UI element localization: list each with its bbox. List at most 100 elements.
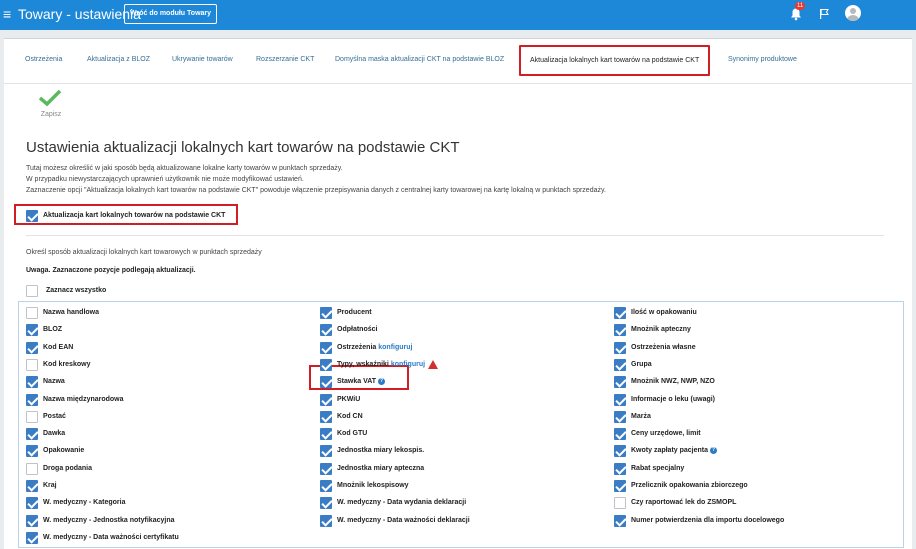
label-droga-podania: Droga podania (43, 463, 92, 475)
label-numer-potwierdzenia-dla-importu-docelowego: Numer potwierdzenia dla importu docelowe… (631, 515, 784, 527)
label-kod-gtu: Kod GTU (337, 428, 367, 440)
checkbox-grupa[interactable] (614, 359, 626, 371)
tab-ostrzezenia[interactable]: Ostrzeżenia (25, 56, 62, 63)
label-nazwa-handlowa: Nazwa handlowa (43, 307, 99, 319)
label-kraj: Kraj (43, 480, 57, 492)
label-w-medyczny-kategoria: W. medyczny - Kategoria (43, 497, 125, 509)
checkbox-jednostka-miary-apteczna[interactable] (320, 463, 332, 475)
notification-badge: 11 (795, 2, 806, 10)
select-all-checkbox[interactable] (26, 285, 38, 297)
label-w-medyczny-data-waznosci-deklaracji: W. medyczny - Data ważności deklaracji (337, 515, 470, 527)
tab-synonimy-produktowe[interactable]: Synonimy produktowe (728, 56, 797, 63)
checkbox-nazwa-miedzynarodowa[interactable] (26, 394, 38, 406)
tab-ukrywanie-towarow[interactable]: Ukrywanie towarów (172, 56, 233, 63)
checkbox-ostrzezenia[interactable] (320, 342, 332, 354)
label-opakowanie: Opakowanie (43, 445, 84, 457)
tab-domyslna-maska[interactable]: Domyślna maska aktualizacji CKT na podst… (335, 56, 504, 63)
checkbox-typy-wskazniki[interactable] (320, 359, 332, 371)
tab-aktualizacja-z-bloz[interactable]: Aktualizacja z BLOZ (87, 56, 150, 63)
label-marza: Marża (631, 411, 651, 423)
checkbox-stawka-vat[interactable] (320, 376, 332, 388)
checkbox-postac[interactable] (26, 411, 38, 423)
help-circle-icon[interactable]: ? (378, 377, 386, 385)
checkbox-w-medyczny-kategoria[interactable] (26, 497, 38, 509)
checkbox-kod-cn[interactable] (320, 411, 332, 423)
field-label-text: Mnożnik lekospisowy (337, 482, 409, 489)
user-avatar-icon[interactable] (845, 5, 861, 21)
checkbox-informacje-o-leku-uwagi[interactable] (614, 394, 626, 406)
checkbox-kod-kreskowy[interactable] (26, 359, 38, 371)
help-circle-icon[interactable]: ? (710, 446, 718, 454)
checkbox-droga-podania[interactable] (26, 463, 38, 475)
field-label-text: Kod GTU (337, 430, 368, 437)
label-bloz: BLOZ (43, 324, 62, 336)
checkbox-w-medyczny-data-wydania-deklaracji[interactable] (320, 497, 332, 509)
field-label-text: W. medyczny - Data ważności deklaracji (337, 517, 470, 524)
checkbox-dawka[interactable] (26, 428, 38, 440)
checkbox-opakowanie[interactable] (26, 445, 38, 457)
field-label-text: Rabat specjalny (631, 465, 685, 472)
field-label-text: Nazwa handlowa (43, 309, 100, 316)
field-label-text: Typy, wskaźniki (337, 361, 389, 368)
field-label-text: Jednostka miary lekospis. (337, 447, 425, 454)
checkbox-czy-raportowac-lek-do-zsmopl[interactable] (614, 497, 626, 509)
field-label-text: Ostrzeżenia (337, 344, 377, 351)
checkbox-numer-potwierdzenia-dla-importu-docelowego[interactable] (614, 515, 626, 527)
field-label-text: Dawka (43, 430, 66, 437)
configure-link[interactable]: konfiguruj (391, 361, 425, 368)
field-label-text: Producent (337, 309, 372, 316)
label-kod-cn: Kod CN (337, 411, 363, 423)
checkbox-odplatnosci[interactable] (320, 324, 332, 336)
label-w-medyczny-jednostka-notyfikacyjna: W. medyczny - Jednostka notyfikacyjna (43, 515, 175, 527)
checkbox-producent[interactable] (320, 307, 332, 319)
field-label-text: Nazwa międzynarodowa (43, 396, 124, 403)
checkbox-bloz[interactable] (26, 324, 38, 336)
checkbox-w-medyczny-data-waznosci-deklaracji[interactable] (320, 515, 332, 527)
checkbox-kod-ean[interactable] (26, 342, 38, 354)
checkbox-ceny-urzedowe-limit[interactable] (614, 428, 626, 440)
main-option-checkbox[interactable] (26, 210, 38, 222)
checkbox-przelicznik-opakowania-zbiorczego[interactable] (614, 480, 626, 492)
field-label-text: Droga podania (43, 465, 93, 472)
checkbox-ostrzezenia-wlasne[interactable] (614, 342, 626, 354)
label-dawka: Dawka (43, 428, 65, 440)
checkbox-mnoznik-apteczny[interactable] (614, 324, 626, 336)
checkbox-kwoty-zaplaty-pacjenta[interactable] (614, 445, 626, 457)
warning-triangle-icon (428, 359, 439, 369)
checkbox-nazwa[interactable] (26, 376, 38, 388)
checkbox-kod-gtu[interactable] (320, 428, 332, 440)
menu-icon[interactable]: ≡ (3, 6, 11, 22)
field-label-text: Przelicznik opakowania zbiorczego (631, 482, 748, 489)
intro-text: Określ sposób aktualizacji lokalnych kar… (26, 249, 262, 256)
configure-link[interactable]: konfiguruj (378, 344, 412, 351)
field-label-text: Kod CN (337, 413, 363, 420)
checkbox-marza[interactable] (614, 411, 626, 423)
label-pkwiu: PKWiU (337, 394, 360, 406)
flag-icon[interactable] (818, 8, 830, 20)
tab-rozszerzanie-ckt[interactable]: Rozszerzanie CKT (256, 56, 314, 63)
checkbox-rabat-specjalny[interactable] (614, 463, 626, 475)
description-line-3: Zaznaczenie opcji "Aktualizacja lokalnyc… (26, 187, 606, 194)
checkbox-w-medyczny-data-waznosci-certyfikatu[interactable] (26, 532, 38, 544)
checkbox-mnoznik-lekospisowy[interactable] (320, 480, 332, 492)
label-przelicznik-opakowania-zbiorczego: Przelicznik opakowania zbiorczego (631, 480, 748, 492)
checkbox-pkwiu[interactable] (320, 394, 332, 406)
field-label-text: Numer potwierdzenia dla importu docelowe… (631, 517, 785, 524)
checkbox-mnoznik-nwz-nwp-nzo[interactable] (614, 376, 626, 388)
top-bar: ≡ Towary - ustawienia Wróć do modułu Tow… (0, 0, 916, 30)
save-button[interactable]: Zapisz (37, 89, 65, 118)
checkbox-kraj[interactable] (26, 480, 38, 492)
checkbox-jednostka-miary-lekospis[interactable] (320, 445, 332, 457)
select-all-label: Zaznacz wszystko (46, 287, 107, 294)
label-grupa: Grupa (631, 359, 652, 371)
checkbox-w-medyczny-jednostka-notyfikacyjna[interactable] (26, 515, 38, 527)
label-nazwa: Nazwa (43, 376, 65, 388)
tab-aktualizacja-lokalnych-kart[interactable]: Aktualizacja lokalnych kart towarów na p… (519, 45, 711, 76)
label-jednostka-miary-lekospis: Jednostka miary lekospis. (337, 445, 424, 457)
checkbox-ilosc-w-opakowaniu[interactable] (614, 307, 626, 319)
back-to-module-button[interactable]: Wróć do modułu Towary (124, 4, 218, 24)
label-ostrzezenia-wlasne: Ostrzeżenia własne (631, 342, 696, 354)
checkbox-nazwa-handlowa[interactable] (26, 307, 38, 319)
field-label-text: Mnożnik NWZ, NWP, NZO (631, 378, 715, 385)
label-kod-ean: Kod EAN (43, 342, 73, 354)
